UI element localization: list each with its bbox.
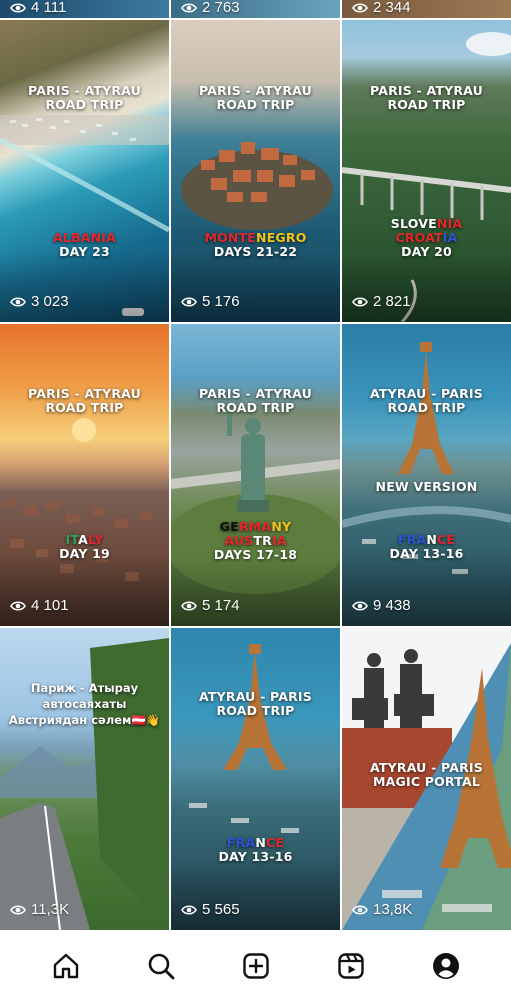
title-line: ROAD TRIP: [387, 97, 466, 112]
tile-country: MONTENEGRO DAYS 21-22: [204, 230, 307, 259]
view-count: 2 763: [181, 0, 240, 16]
tile-subtitle: NEW VERSION: [375, 479, 478, 494]
tile-country: FRANCE DAY 13-16: [218, 835, 293, 864]
tab-reels[interactable]: [329, 944, 373, 988]
tile-title: PARIS - ATYRAU ROAD TRIP: [0, 84, 169, 112]
grid-tile[interactable]: PARIS - ATYRAU ROAD TRIP ITALY DAY 19 4 …: [0, 324, 169, 626]
eye-icon: [10, 904, 26, 915]
view-count: 11,3K: [10, 901, 69, 918]
grid-tile[interactable]: PARIS - ATYRAU ROAD TRIP SLOVENIA CROATI…: [342, 20, 511, 322]
grid-tile[interactable]: ATYRAU - PARIS ROAD TRIP NEW VERSION FRA…: [342, 324, 511, 626]
reels-grid: 4 111 2 763 2 344 PARIS - ATYRAU ROAD TR…: [0, 0, 511, 932]
tile-shade: [342, 556, 511, 626]
view-count: 3 023: [10, 293, 69, 310]
day-label: DAY 13-16: [218, 849, 293, 864]
eye-icon: [352, 296, 368, 307]
title-line: ROAD TRIP: [216, 703, 295, 718]
title-line: ROAD TRIP: [216, 97, 295, 112]
title-line: ATYRAU - PARIS: [198, 689, 312, 704]
title-line: ROAD TRIP: [45, 97, 124, 112]
title-line: ROAD TRIP: [45, 400, 124, 415]
title-line: PARIS - ATYRAU: [198, 83, 312, 98]
eye-icon: [181, 600, 197, 611]
reels-icon: [337, 952, 364, 979]
tile-shade: [171, 860, 340, 930]
tile-country: SLOVENIA CROATIA DAY 20: [390, 216, 463, 259]
grid-tile-partial[interactable]: 2 344: [342, 0, 511, 18]
tile-country: ALBANIA DAY 23: [0, 231, 169, 259]
title-line: MAGIC PORTAL: [373, 774, 480, 789]
view-count: 9 438: [352, 597, 411, 614]
view-count: 2 344: [352, 0, 411, 16]
tile-shade: [171, 556, 340, 626]
grid-tile[interactable]: PARIS - ATYRAU ROAD TRIP ALBANIA DAY 23 …: [0, 20, 169, 322]
title-line: ROAD TRIP: [387, 400, 466, 415]
view-count: 13,8K: [352, 901, 412, 918]
tile-title: PARIS - ATYRAU ROAD TRIP: [342, 84, 511, 112]
tile-caption: Париж - Атырау автосаяхаты Австриядан сә…: [8, 681, 161, 727]
day-label: DAYS 21-22: [213, 244, 298, 259]
title-line: PARIS - ATYRAU: [27, 83, 141, 98]
title-line: ATYRAU - PARIS: [369, 386, 483, 401]
country-name: ALBANIA: [52, 230, 117, 245]
tile-shade: [171, 252, 340, 322]
eye-icon: [10, 2, 26, 13]
profile-icon: [432, 952, 459, 979]
eye-icon: [181, 296, 197, 307]
title-line: PARIS - ATYRAU: [198, 386, 312, 401]
tile-shade: [342, 252, 511, 322]
grid-tile-partial[interactable]: 2 763: [171, 0, 340, 18]
create-icon: [242, 952, 269, 979]
eye-icon: [352, 904, 368, 915]
view-count: 4 101: [10, 597, 69, 614]
tile-title: ATYRAU - PARIS ROAD TRIP: [171, 690, 340, 718]
tab-search[interactable]: [139, 944, 183, 988]
title-line: PARIS - ATYRAU: [369, 83, 483, 98]
title-line: ATYRAU - PARIS: [369, 760, 483, 775]
grid-tile[interactable]: ATYRAU - PARIS MAGIC PORTAL 13,8K: [342, 628, 511, 930]
search-icon: [148, 953, 174, 979]
view-count: 2 821: [352, 293, 411, 310]
view-count: 5 176: [181, 293, 240, 310]
eye-icon: [181, 904, 197, 915]
grid-tile[interactable]: ATYRAU - PARIS ROAD TRIP FRANCE DAY 13-1…: [171, 628, 340, 930]
day-label: DAY 23: [59, 244, 110, 259]
tab-home[interactable]: [44, 944, 88, 988]
eye-icon: [10, 600, 26, 611]
tile-title: ATYRAU - PARIS MAGIC PORTAL: [342, 761, 511, 789]
day-label: DAY 20: [401, 244, 452, 259]
bottom-tab-bar: [0, 932, 511, 999]
road-scene: [0, 638, 169, 930]
view-count: 5 174: [181, 597, 240, 614]
tab-profile[interactable]: [424, 944, 468, 988]
tile-country: GERMANY AUSTRIA DAYS 17-18: [213, 519, 298, 562]
title-line: PARIS - ATYRAU: [27, 386, 141, 401]
grid-tile-partial[interactable]: 4 111: [0, 0, 169, 18]
grid-tile[interactable]: Париж - Атырау автосаяхаты Австриядан сә…: [0, 628, 169, 930]
title-line: ROAD TRIP: [216, 400, 295, 415]
day-label: DAY 19: [59, 546, 110, 561]
tile-title: ATYRAU - PARIS ROAD TRIP: [342, 387, 511, 415]
tile-title: PARIS - ATYRAU ROAD TRIP: [0, 387, 169, 415]
tile-shade: [0, 252, 169, 322]
tile-country: ITALY DAY 19: [59, 532, 110, 561]
eye-icon: [352, 600, 368, 611]
eye-icon: [10, 296, 26, 307]
tab-create[interactable]: [234, 944, 278, 988]
view-count: 4 111: [10, 0, 66, 16]
tile-title: PARIS - ATYRAU ROAD TRIP: [171, 84, 340, 112]
tile-shade: [0, 556, 169, 626]
eye-icon: [181, 2, 197, 13]
tile-title: PARIS - ATYRAU ROAD TRIP: [171, 387, 340, 415]
day-label: DAY 13-16: [389, 546, 464, 561]
view-count: 5 565: [181, 901, 240, 918]
day-label: DAYS 17-18: [213, 547, 298, 562]
grid-tile[interactable]: PARIS - ATYRAU ROAD TRIP MONTENEGRO DAYS…: [171, 20, 340, 322]
tile-country: FRANCE DAY 13-16: [389, 532, 464, 561]
grid-tile[interactable]: PARIS - ATYRAU ROAD TRIP GERMANY AUSTRIA…: [171, 324, 340, 626]
eye-icon: [352, 2, 368, 13]
home-icon: [53, 953, 78, 978]
